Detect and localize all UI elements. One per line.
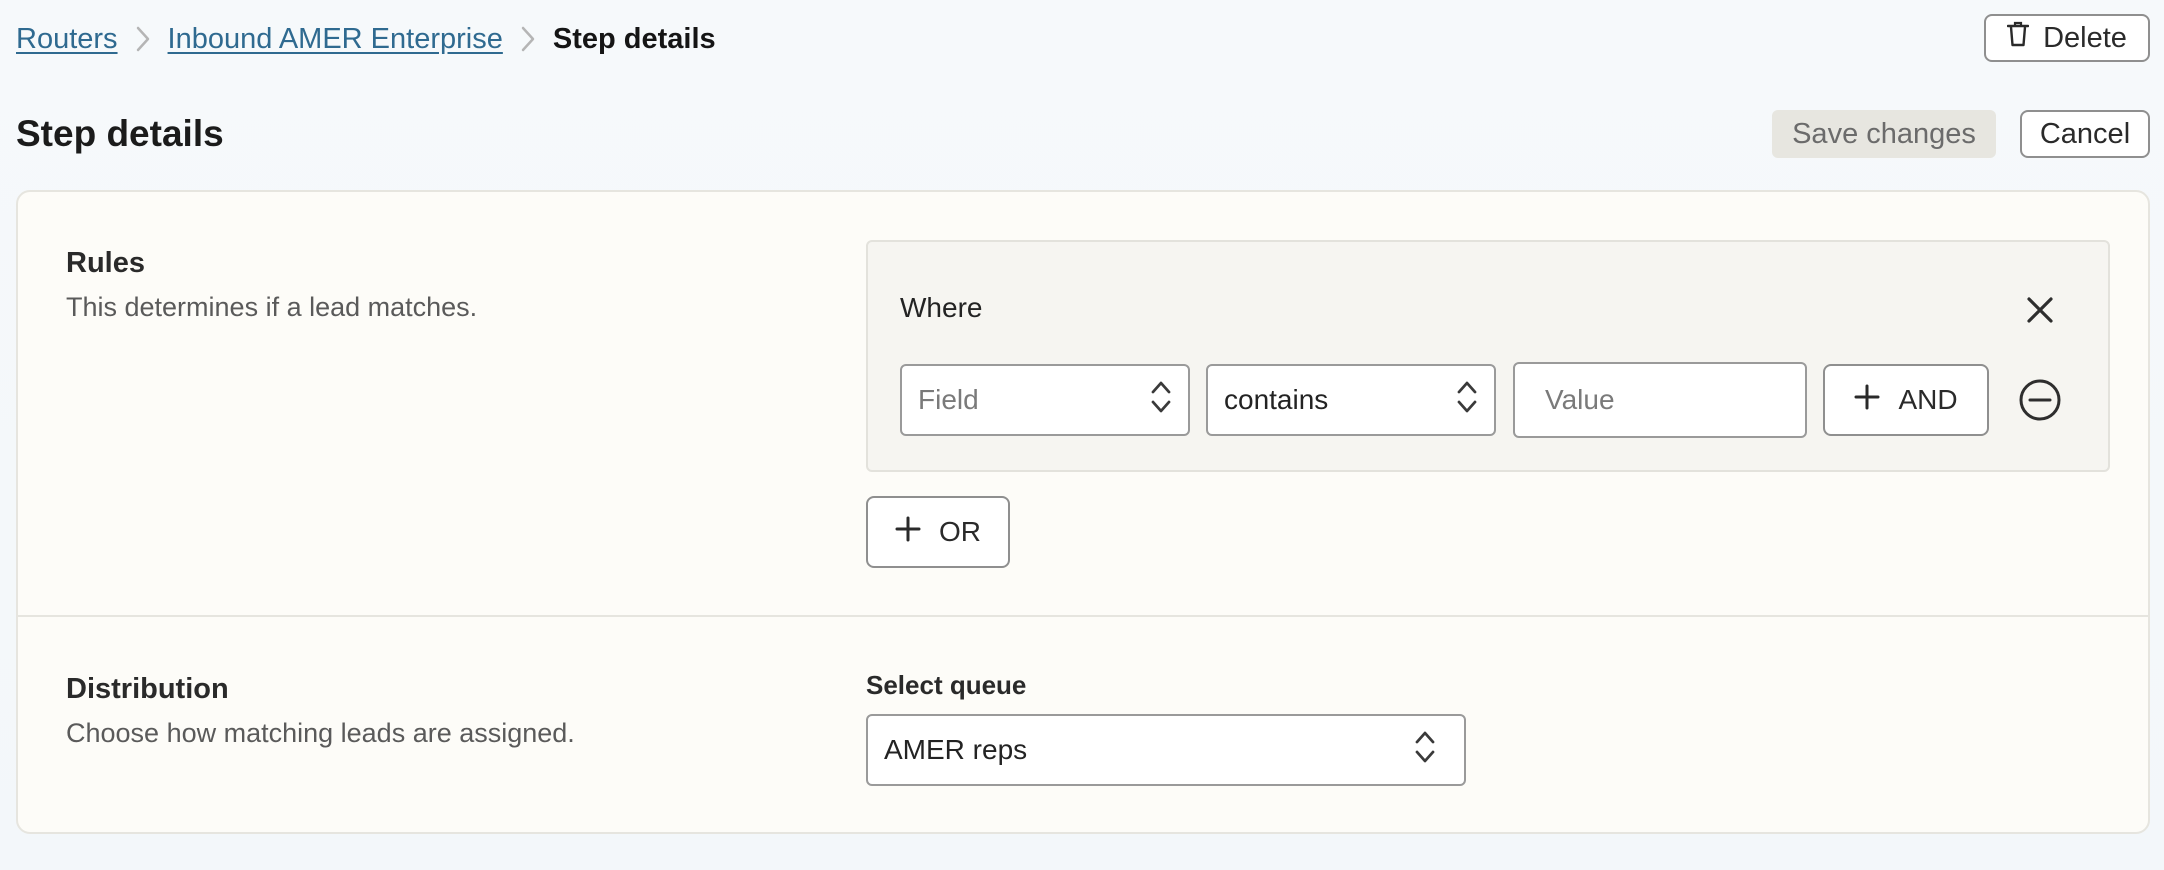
- rule-group: [866, 240, 2110, 472]
- save-changes-button[interactable]: Save changes: [1772, 110, 1996, 158]
- section-divider: [16, 615, 2150, 617]
- chevron-right-icon: [136, 26, 150, 52]
- queue-label: Select queue: [866, 670, 1027, 700]
- breadcrumb-link-router[interactable]: Inbound AMER Enterprise: [168, 23, 503, 56]
- close-icon[interactable]: [2020, 290, 2060, 330]
- add-or-button[interactable]: OR: [866, 496, 1010, 568]
- chevron-right-icon: [521, 26, 535, 52]
- field-select[interactable]: Field: [900, 364, 1190, 436]
- plus-icon: [895, 516, 921, 549]
- distribution-title: Distribution: [66, 673, 229, 705]
- add-and-button-label: AND: [1898, 384, 1958, 415]
- trash-icon: [2006, 21, 2030, 55]
- add-or-button-label: OR: [939, 516, 981, 547]
- page-title: Step details: [16, 113, 224, 154]
- cancel-button[interactable]: Cancel: [2020, 110, 2150, 158]
- plus-icon: [1854, 384, 1880, 417]
- breadcrumb-current: Step details: [552, 22, 716, 55]
- where-label: Where: [900, 292, 983, 323]
- chevron-up-down-icon: [1456, 378, 1478, 423]
- breadcrumb: Routers Inbound AMER Enterprise Step det…: [16, 18, 716, 60]
- rules-title: Rules: [66, 247, 145, 279]
- minus-circle-icon[interactable]: [2018, 378, 2062, 422]
- operator-select-value: contains: [1224, 384, 1329, 415]
- chevron-up-down-icon: [1150, 378, 1172, 423]
- breadcrumb-link-routers[interactable]: Routers: [16, 23, 118, 56]
- delete-button[interactable]: Delete: [1984, 14, 2150, 62]
- operator-select[interactable]: contains: [1206, 364, 1496, 436]
- value-input[interactable]: [1513, 362, 1807, 438]
- delete-button-label: Delete: [2043, 21, 2127, 54]
- chevron-up-down-icon: [1414, 728, 1436, 773]
- field-select-placeholder: Field: [918, 384, 979, 415]
- add-and-button[interactable]: AND: [1823, 364, 1989, 436]
- rules-description: This determines if a lead matches.: [66, 292, 478, 322]
- distribution-description: Choose how matching leads are assigned.: [66, 718, 575, 748]
- queue-select-value: AMER reps: [884, 734, 1028, 765]
- queue-select[interactable]: AMER reps: [866, 714, 1466, 786]
